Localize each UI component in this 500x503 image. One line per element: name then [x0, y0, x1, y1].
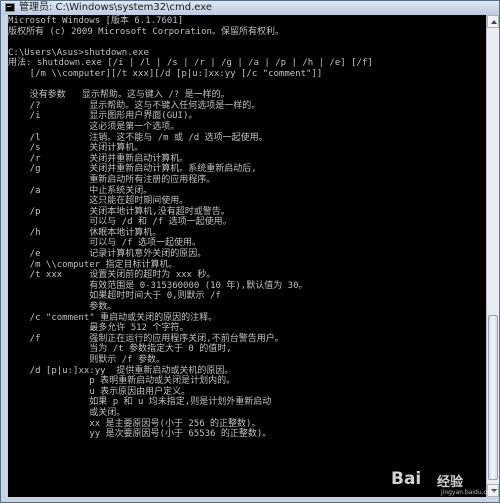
- console-line: /g 关闭并重新启动计算机。系统重新启动后,: [8, 164, 257, 175]
- console-line: /m \\computer 指定目标计算机。: [8, 259, 178, 270]
- console-line: /d [p|u:]xx:yy 提供重新启动或关机的原因。: [8, 365, 234, 376]
- console-line: 如果 p 和 u 均未指定,则是计划外重新启动: [8, 397, 272, 408]
- watermark-logo: Bai: [391, 469, 422, 489]
- console-line: 参数。: [8, 302, 117, 313]
- console-text: Microsoft Windows [版本 6.1.7601] 版权所有 (c) …: [8, 16, 373, 440]
- window-title: 管理员: C:\Windows\system32\cmd.exe: [19, 2, 213, 13]
- console-line: /s 关闭计算机。: [8, 143, 144, 154]
- console-line: 有效范围是 0-315360000 (10 年),默认值为 30。: [8, 280, 308, 291]
- console-line: 或关闭。: [8, 407, 126, 418]
- console-line: C:\Users\Asus>shutdown.exe: [8, 47, 149, 58]
- console-line: Microsoft Windows [版本 6.1.7601]: [8, 16, 184, 26]
- console-line: 可以与 /f 选项一起使用。: [8, 238, 201, 249]
- watermark-url: jingyan.baidu.com: [441, 489, 497, 496]
- console-line: 可以与 /d 和 /f 选项一起使用。: [8, 217, 232, 228]
- console-line: 重新启动所有注册的应用程序。: [8, 174, 216, 185]
- console-line: 这只能在超时期间使用。: [8, 196, 189, 207]
- console-line: /i 显示图形用户界面(GUI)。: [8, 111, 198, 122]
- console-line: /h 休眠本地计算机。: [8, 227, 162, 238]
- console-line: 最多允许 512 个字符。: [8, 323, 189, 334]
- console-line: 用法: shutdown.exe [/i | /l | /s | /r | /g…: [8, 58, 373, 69]
- console-line: [/m \\computer][/t xxx][/d [p|u:]xx:yy […: [8, 68, 323, 79]
- console-line: /r 关闭并重新启动计算机。: [8, 153, 189, 164]
- console-line: /l 注销。这不能与 /m 或 /d 选项一起使用。: [8, 132, 268, 143]
- title-bar[interactable]: 管理员: C:\Windows\system32\cmd.exe: [1, 1, 499, 15]
- console-line: 当为 /t 参数指定大于 0 的值时,: [8, 344, 232, 355]
- console-line: /e 记录计算机意外关闭的原因。: [8, 249, 207, 260]
- console-line: xx 是主要原因号(小于 256 的正整数)。: [8, 418, 261, 429]
- scroll-up-arrow-icon[interactable]: [487, 15, 499, 28]
- console-line: /a 中止系统关闭。: [8, 185, 153, 196]
- cmd-icon: [5, 3, 15, 12]
- console-line: 则默示 /f 参数。: [8, 355, 165, 365]
- console-line: 如果超时时间大于 0,则默示 /f: [8, 291, 221, 302]
- cmd-window: 管理员: C:\Windows\system32\cmd.exe Microso…: [0, 0, 500, 503]
- console-line: /c "comment" 重启动或关闭的原因的注释。: [8, 312, 218, 323]
- console-line: yy 是次要原因号(小于 65536 的正整数)。: [8, 429, 272, 440]
- console-line: 没有参数 显示帮助。这与键入 /? 是一样的。: [8, 90, 230, 101]
- console-output[interactable]: Microsoft Windows [版本 6.1.7601] 版权所有 (c) …: [8, 15, 486, 497]
- console-line: /f 强制正在运行的应用程序关闭,不前台警告用户。: [8, 333, 284, 344]
- console-line: /? 显示帮助。这与不键入任何选项是一样的。: [8, 100, 261, 111]
- vertical-scrollbar[interactable]: [486, 15, 499, 497]
- console-line: p 表明重新启动或关闭是计划内的。: [8, 376, 236, 387]
- baidu-watermark: Bai 经验 jingyan.baidu.com: [391, 467, 496, 497]
- console-line: /t xxx 设置关闭前的超时为 xxx 秒。: [8, 270, 216, 281]
- watermark-sub: 经验: [437, 475, 464, 490]
- console-line: 版权所有 (c) 2009 Microsoft Corporation。保留所有…: [8, 26, 284, 37]
- console-line: u 表示原因由用户定义。: [8, 386, 191, 397]
- scroll-thumb[interactable]: [488, 315, 498, 480]
- console-line: /p 关闭本地计算机,没有超时或警告。: [8, 206, 230, 217]
- console-line: 这必须是第一个选项。: [8, 121, 180, 132]
